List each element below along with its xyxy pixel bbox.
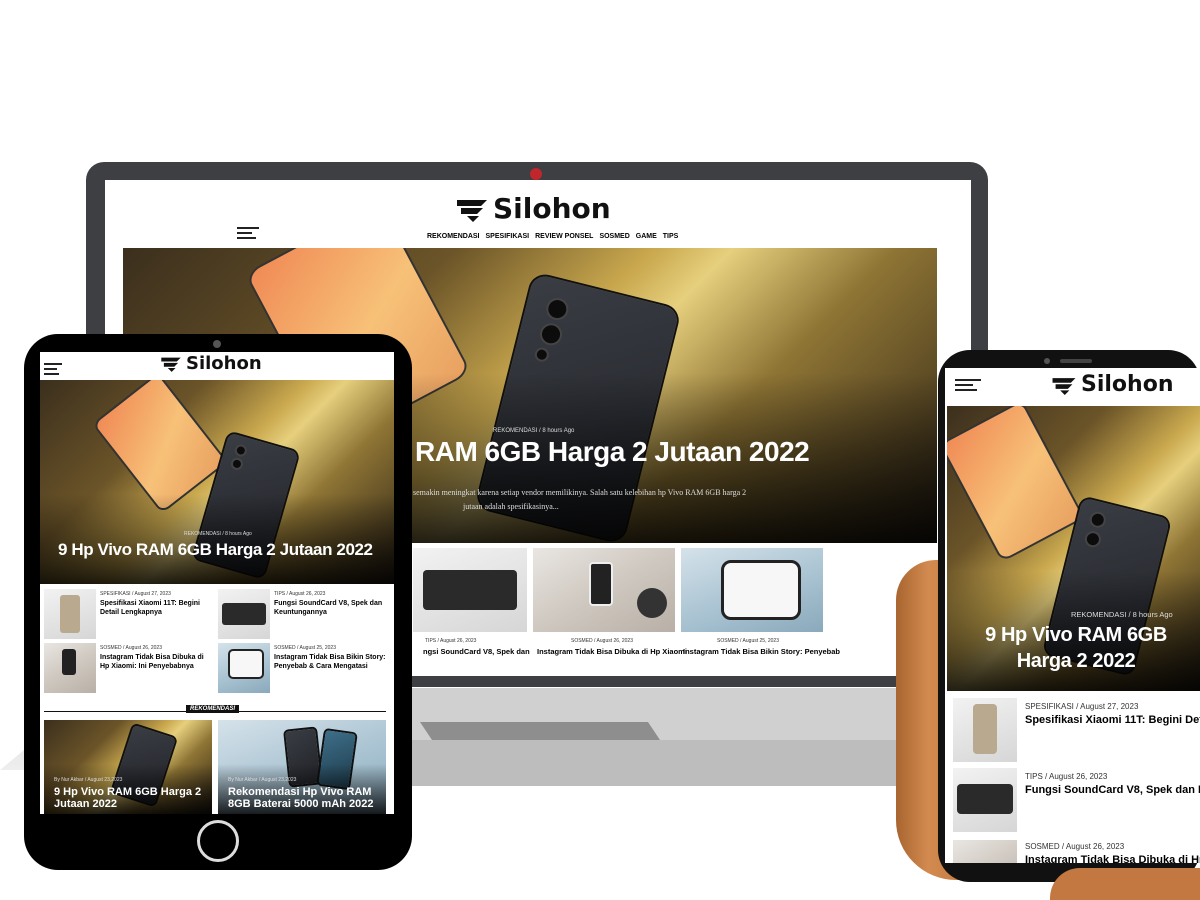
main-nav: REKOMENDASI SPESIFIKASI REVIEW PONSEL SO… [427, 233, 678, 240]
logo-icon [1052, 377, 1076, 395]
post-meta: SPESIFIKASI / August 27, 2023 [100, 591, 171, 597]
hero-title[interactable]: 9 Hp Vivo RAM 6GB Harga 2 Jutaan 2022 [58, 540, 373, 560]
list-item[interactable]: SOSMED / August 26, 2023 Instagram Tidak… [953, 840, 1200, 863]
post-title[interactable]: Instagram Tidak Bisa Dibuka di Hp Xiaomi [1025, 854, 1200, 863]
post-meta: TIPS / August 26, 2023 [274, 591, 326, 597]
card-title[interactable]: Instagram Tidak Bisa Bikin Story: Penyeb… [683, 647, 840, 656]
nav-item-review-ponsel[interactable]: REVIEW PONSEL [535, 233, 593, 240]
post-title[interactable]: Instagram Tidak Bisa Dibuka di Hp Xiaomi… [100, 653, 210, 671]
post-meta: TIPS / August 26, 2023 [1025, 772, 1108, 781]
post-title[interactable]: Instagram Tidak Bisa Bikin Story: Penyeb… [274, 653, 386, 671]
list-item[interactable]: TIPS / August 26, 2023 Fungsi SoundCard … [218, 589, 390, 639]
phone-screen-shape [721, 560, 801, 620]
hero-meta: REKOMENDASI / 8 hours Ago [493, 428, 575, 434]
feature-card[interactable]: By Nur Akbar / August 23,2023 9 Hp Vivo … [44, 720, 212, 814]
post-thumb [44, 643, 96, 693]
nav-item-sosmed[interactable]: SOSMED [599, 233, 629, 240]
home-button-icon[interactable] [197, 820, 239, 862]
card-image [413, 548, 527, 632]
site-header: Silohon REKOMENDASI SPESIFIKASI REVIEW P… [105, 180, 971, 248]
list-item[interactable]: SOSMED / August 26, 2023 Instagram Tidak… [44, 643, 214, 693]
card-image [533, 548, 675, 632]
card-meta: SOSMED / August 26, 2023 [571, 638, 633, 644]
responsive-mockup: Silohon REKOMENDASI SPESIFIKASI REVIEW P… [0, 0, 1200, 900]
hero-image[interactable]: REKOMENDASI / 8 hours Ago 9 Hp Vivo RAM … [40, 380, 394, 584]
soundcard-shape [423, 570, 517, 610]
logo-icon [457, 199, 487, 222]
post-meta: SOSMED / August 26, 2023 [100, 645, 162, 651]
feature-title[interactable]: 9 Hp Vivo RAM 6GB Harga 2 Jutaan 2022 [54, 786, 204, 810]
camera-icon [530, 168, 542, 180]
camera-icon [1044, 358, 1050, 364]
feature-title[interactable]: Rekomendasi Hp Vivo RAM 8GB Baterai 5000… [228, 786, 378, 810]
post-card[interactable]: SOSMED / August 26, 2023 Instagram Tidak… [533, 548, 687, 658]
hero-phone-orange [947, 406, 1083, 560]
card-meta: SOSMED / August 25, 2023 [717, 638, 779, 644]
post-meta: SOSMED / August 26, 2023 [1025, 842, 1125, 851]
nav-item-game[interactable]: GAME [636, 233, 657, 240]
post-title[interactable]: Spesifikasi Xiaomi 11T: Begini Detail Le… [100, 599, 210, 617]
site-logo[interactable]: Silohon [160, 353, 262, 374]
post-thumb [953, 840, 1017, 863]
hero-excerpt-1: semakin meningkat karena setiap vendor m… [413, 488, 747, 497]
hero-meta: REKOMENDASI / 8 hours Ago [184, 531, 252, 537]
hero-excerpt-2: jutaan adalah spesifikasinya... [463, 502, 559, 511]
logo-text: Silohon [493, 192, 611, 225]
post-card[interactable]: SOSMED / August 25, 2023 Instagram Tidak… [681, 548, 840, 658]
post-card[interactable]: TIPS / August 26, 2023 ngsi SoundCard V8… [413, 548, 530, 658]
phone-screen: Silohon REKOMENDASI / 8 hours Ago 9 Hp V… [945, 368, 1200, 863]
menu-icon[interactable] [44, 360, 62, 378]
card-title[interactable]: Instagram Tidak Bisa Dibuka di Hp Xiaomi [537, 647, 687, 656]
hero-title[interactable]: 9 Hp Vivo RAM 6GB Harga 2 2022 [961, 622, 1191, 674]
post-thumb [953, 698, 1017, 762]
post-thumb [218, 643, 270, 693]
nav-item-rekomendasi[interactable]: REKOMENDASI [427, 233, 480, 240]
card-title[interactable]: ngsi SoundCard V8, Spek dan [423, 647, 530, 656]
menu-icon[interactable] [237, 224, 259, 242]
hero-phone-orange [94, 380, 226, 511]
card-image [681, 548, 823, 632]
logo-icon [161, 357, 181, 372]
hero-image[interactable]: REKOMENDASI / 8 hours Ago 9 Hp Vivo RAM … [947, 406, 1200, 691]
hand-palm-shape [1050, 868, 1200, 900]
hero-overlay [40, 494, 394, 584]
feature-card[interactable]: By Nur Akbar / August 23,2023 Rekomendas… [218, 720, 386, 814]
post-meta: SPESIFIKASI / August 27, 2023 [1025, 702, 1139, 711]
site-logo[interactable]: Silohon [455, 192, 611, 225]
logo-text: Silohon [1081, 372, 1174, 397]
list-item[interactable]: SPESIFIKASI / August 27, 2023 Spesifikas… [44, 589, 214, 639]
mug-shape [637, 588, 667, 618]
post-title[interactable]: Fungsi SoundCard V8, Spek dan Keuntungan… [274, 599, 386, 617]
phone-in-hand [589, 562, 613, 606]
logo-text: Silohon [186, 353, 262, 374]
post-thumb [953, 768, 1017, 832]
post-meta: SOSMED / August 25, 2023 [274, 645, 336, 651]
laptop-stand [380, 740, 940, 786]
hero-meta: REKOMENDASI / 8 hours Ago [1071, 610, 1173, 619]
feature-meta: By Nur Akbar / August 23,2023 [228, 777, 297, 783]
hero-title[interactable]: RAM 6GB Harga 2 Jutaan 2022 [415, 436, 810, 468]
site-logo[interactable]: Silohon [1051, 372, 1173, 397]
list-item[interactable]: SOSMED / August 25, 2023 Instagram Tidak… [218, 643, 390, 693]
section-label: REKOMENDASI [186, 705, 240, 713]
laptop-trackpad [420, 722, 660, 740]
card-meta: TIPS / August 26, 2023 [425, 638, 477, 644]
nav-item-spesifikasi[interactable]: SPESIFIKASI [486, 233, 530, 240]
post-thumb [218, 589, 270, 639]
nav-item-tips[interactable]: TIPS [663, 233, 679, 240]
camera-icon [213, 340, 221, 348]
list-item[interactable]: SPESIFIKASI / August 27, 2023 Spesifikas… [953, 698, 1200, 762]
tablet-screen: Silohon REKOMENDASI / 8 hours Ago 9 Hp V… [40, 352, 394, 814]
post-title[interactable]: Spesifikasi Xiaomi 11T: Begini Detail Le… [1025, 714, 1200, 726]
list-item[interactable]: TIPS / August 26, 2023 Fungsi SoundCard … [953, 768, 1200, 832]
menu-icon[interactable] [955, 376, 981, 394]
post-title[interactable]: Fungsi SoundCard V8, Spek dan Keuntung [1025, 784, 1200, 796]
feature-meta: By Nur Akbar / August 23,2023 [54, 777, 123, 783]
phone-speaker [1060, 359, 1092, 363]
post-thumb [44, 589, 96, 639]
